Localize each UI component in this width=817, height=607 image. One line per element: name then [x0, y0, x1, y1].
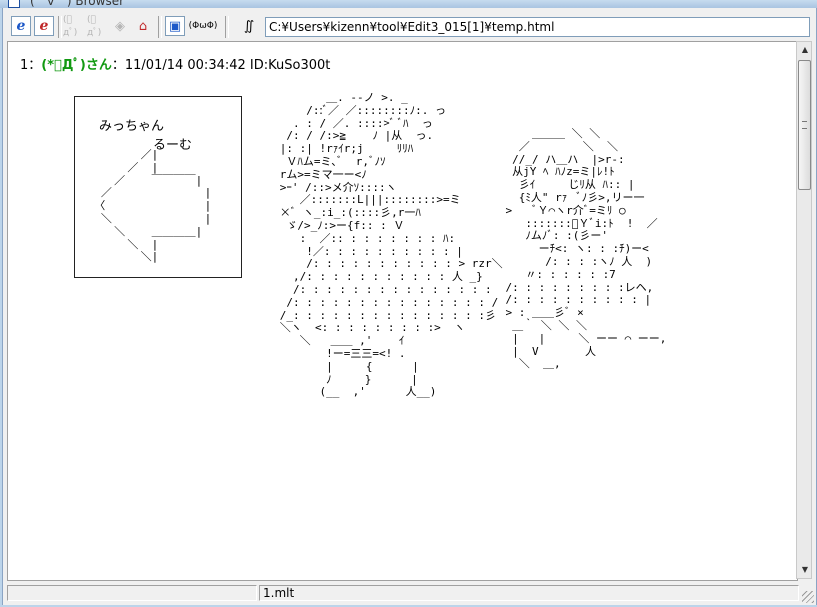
post-separator: ： [28, 58, 42, 73]
app-icon [8, 0, 20, 8]
home-button[interactable]: ⌂ [133, 16, 153, 36]
monar-face-button[interactable]: (ΦωΦ) [189, 16, 218, 36]
grip-icon [802, 121, 807, 129]
aa-settings-icon: ∬ [243, 18, 255, 34]
vertical-scrollbar[interactable]: ▲ ▼ [796, 41, 812, 579]
window-button[interactable]: ▣ [165, 16, 185, 36]
toolbar: e e (ﾟдﾟ) (ﾟдﾟ) ◈ ⌂ ▣ (ΦωΦ) ∬ C:¥Users¥k… [3, 13, 816, 41]
nav-circle-icon: ◈ [115, 18, 125, 34]
post-date-separator: ： [111, 58, 125, 73]
window-icon: ▣ [168, 18, 182, 34]
next-aa-button[interactable]: (ﾟдﾟ) [87, 14, 107, 38]
ie-logo-icon: e [16, 18, 26, 34]
post-author-name[interactable]: (*ﾟДﾟ)さん [41, 58, 112, 73]
post-header: 1：(*ﾟДﾟ)さん：11/01/14 00:34:42 ID:KuSo300t [20, 54, 330, 73]
status-bar: 1.mlt [3, 583, 816, 605]
toolbar-separator [158, 16, 162, 38]
title-bar: (゜∀゜) Browser [0, 0, 817, 8]
nav-circle-button[interactable]: ◈ [110, 16, 130, 36]
arrow-ascii-art: ／| ／ | ／ ￣￣￣￣| ／ | 〈 | ＼ | ＼ ＿＿＿＿| ＼ | ＼… [94, 148, 212, 264]
room-sign: みっちゃん るーむ ／| ／ | ／ ￣￣￣￣| ／ | 〈 | ＼ | ＼ ＿… [74, 96, 242, 278]
ie-blue-button[interactable]: e [11, 16, 31, 36]
resize-grip-icon[interactable] [802, 591, 814, 603]
ie-logo-red-icon: e [39, 18, 49, 34]
face-prev-icon: (ﾟдﾟ) [63, 14, 78, 38]
aa-settings-button[interactable]: ∬ [239, 16, 259, 36]
companion-ascii-art: ＿＿＿ ＼ ＼ ／ ＼ ＼ //_/ ハ＿ハ |>r-: 从jY ﾍ ﾊﾉz=ミ… [505, 127, 667, 371]
scrollbar-thumb[interactable] [798, 60, 811, 190]
status-file-name: 1.mlt [259, 585, 799, 601]
address-bar[interactable]: C:¥Users¥kizenn¥tool¥Edit3_015[1]¥temp.h… [265, 17, 810, 37]
post-id: ID:KuSo300t [249, 58, 331, 73]
browser-window: e e (ﾟдﾟ) (ﾟдﾟ) ◈ ⌂ ▣ (ΦωΦ) ∬ C:¥Users¥k… [2, 8, 817, 605]
sign-text-name: みっちゃん [99, 119, 165, 134]
scroll-up-icon[interactable]: ▲ [799, 44, 811, 56]
status-left [7, 585, 257, 601]
toolbar-separator [58, 16, 62, 38]
scroll-down-icon[interactable]: ▼ [799, 564, 811, 576]
face-next-icon: (ﾟдﾟ) [87, 14, 102, 38]
monar-face-icon: (ΦωΦ) [188, 21, 218, 31]
content-area: 1：(*ﾟДﾟ)さん：11/01/14 00:34:42 ID:KuSo300t… [7, 41, 798, 581]
prev-aa-button[interactable]: (ﾟдﾟ) [63, 14, 83, 38]
home-icon: ⌂ [138, 18, 148, 34]
ie-red-button[interactable]: e [34, 16, 54, 36]
toolbar-separator [225, 16, 229, 38]
post-date: 11/01/14 00:34:42 [124, 58, 246, 73]
